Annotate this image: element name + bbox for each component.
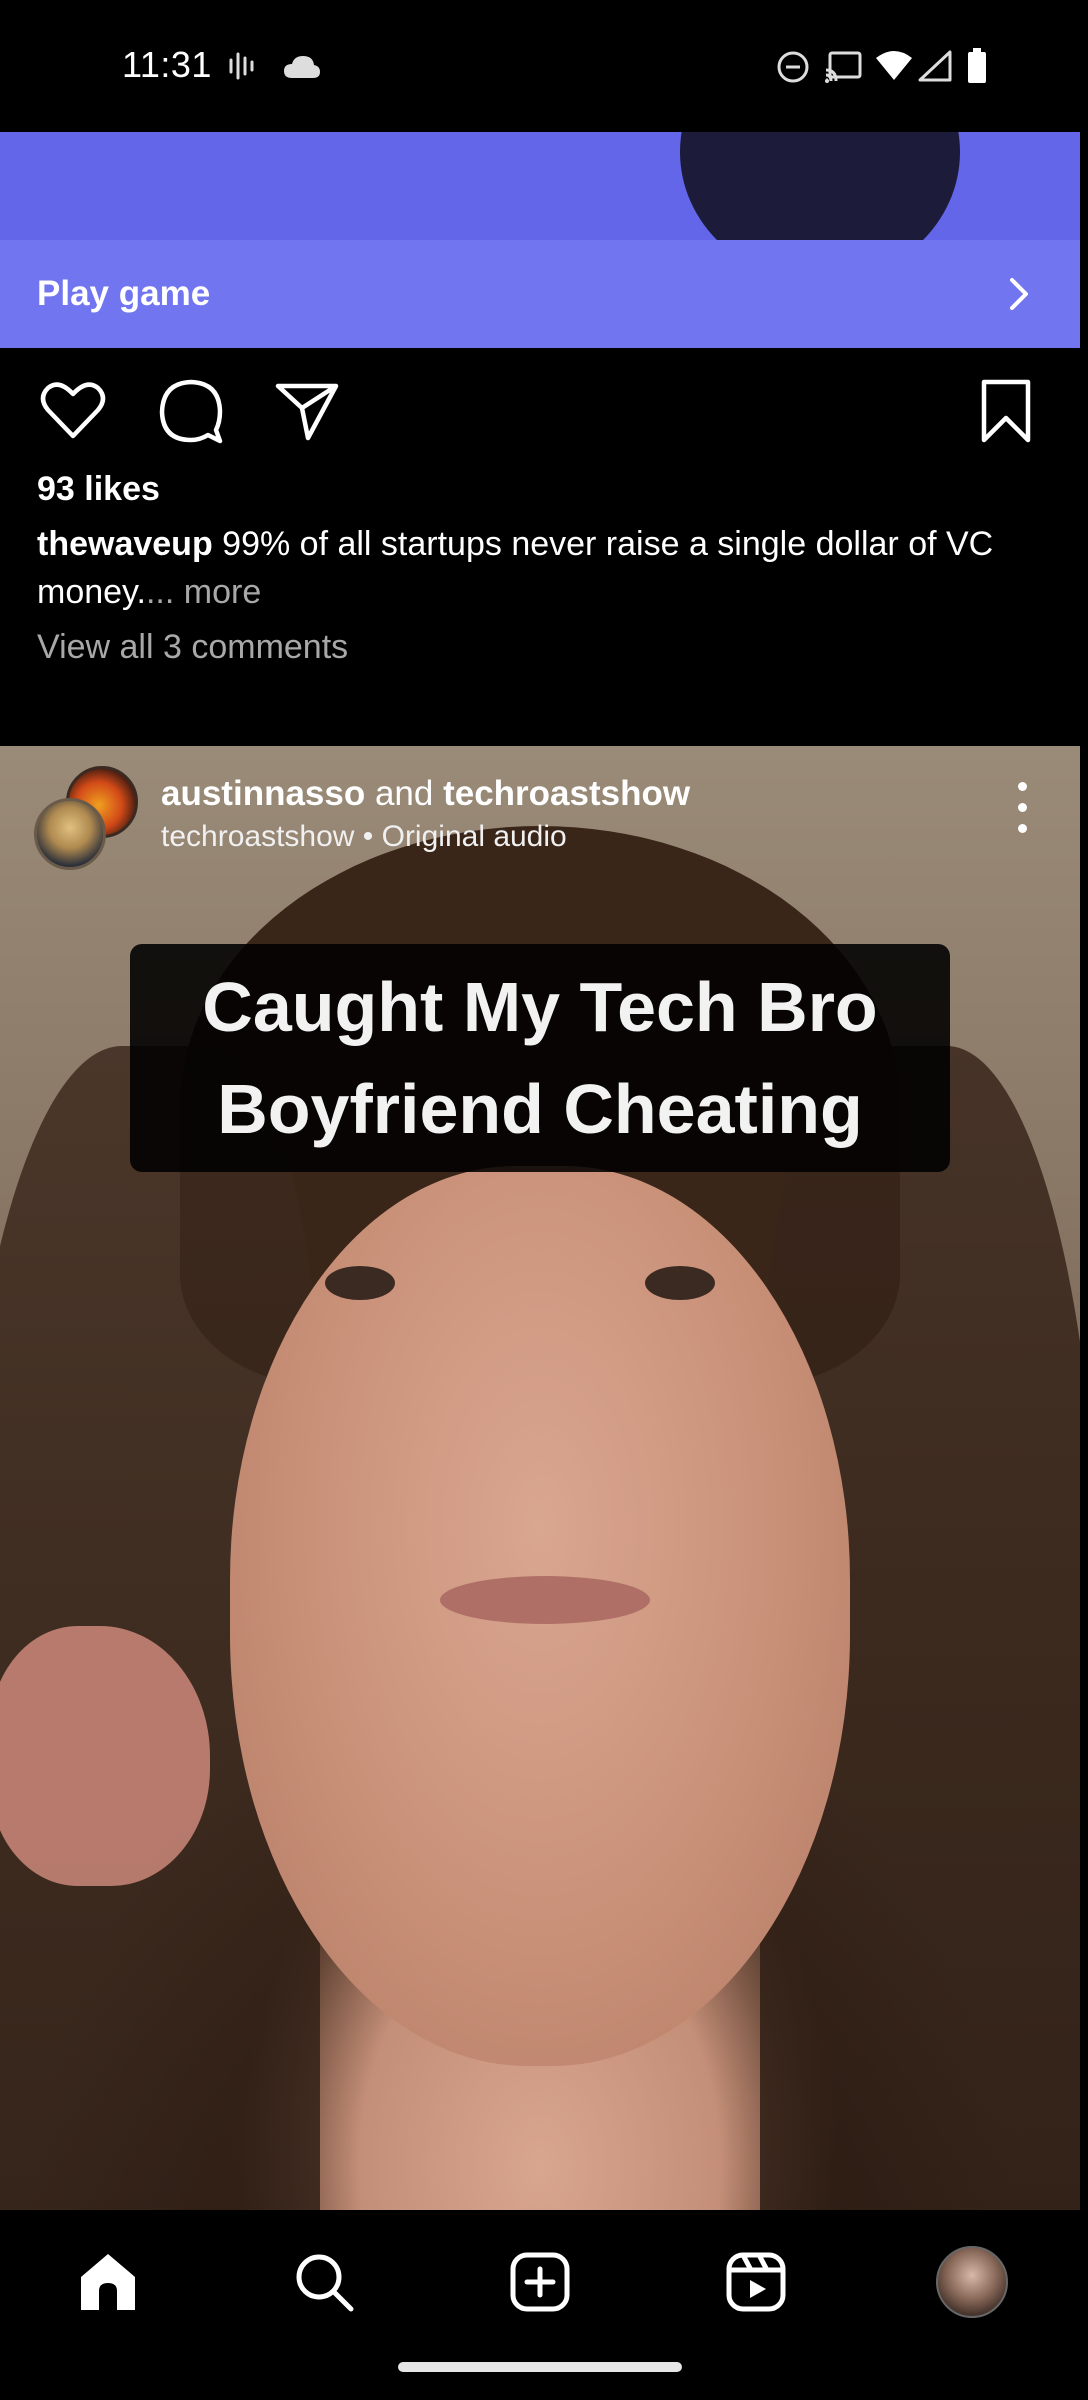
username-2[interactable]: techroastshow [443, 774, 690, 813]
home-indicator-bar[interactable] [398, 2362, 682, 2372]
video-post-media[interactable]: Caught My Tech Bro Boyfriend Cheating [0, 746, 1080, 2210]
create-icon [510, 2252, 570, 2312]
comment-icon[interactable] [158, 378, 224, 444]
video-frame-shape [645, 1266, 715, 1300]
nav-reels[interactable] [716, 2242, 796, 2322]
nav-home[interactable] [68, 2242, 148, 2322]
caption-more-link[interactable]: ... more [146, 573, 261, 611]
bookmark-icon[interactable] [980, 378, 1032, 444]
voicemail-icon [229, 52, 254, 80]
battery-icon [968, 48, 986, 83]
status-bar: 11:31 [0, 0, 1088, 132]
overlay-line-1: Caught My Tech Bro [202, 968, 878, 1046]
caption-username[interactable]: thewaveup [37, 525, 213, 563]
cast-icon [825, 51, 862, 83]
nav-profile[interactable] [932, 2242, 1012, 2322]
search-icon [296, 2254, 354, 2312]
like-heart-icon[interactable] [40, 380, 106, 440]
status-time: 11:31 [122, 44, 212, 85]
avatar[interactable] [34, 798, 106, 870]
username-joiner: and [365, 774, 444, 813]
nav-create[interactable] [500, 2242, 580, 2322]
video-frame-shape [0, 1626, 210, 1886]
more-options-icon[interactable] [1012, 778, 1032, 838]
video-frame-shape [440, 1576, 650, 1624]
overlay-line-2: Boyfriend Cheating [217, 1070, 863, 1148]
cloud-icon [284, 56, 320, 78]
reels-icon [726, 2252, 786, 2312]
game-graphic [680, 132, 960, 240]
wifi-icon [876, 51, 912, 80]
play-game-label: Play game [37, 274, 211, 313]
cellular-signal-icon [918, 50, 952, 82]
username-1[interactable]: austinnasso [161, 774, 365, 813]
video-text-overlay: Caught My Tech Bro Boyfriend Cheating [130, 944, 950, 1172]
chevron-right-icon [1010, 278, 1028, 310]
share-send-icon[interactable] [274, 380, 340, 442]
game-banner-image[interactable] [0, 132, 1080, 240]
original-audio-link[interactable]: techroastshow • Original audio [161, 820, 567, 854]
nav-search[interactable] [284, 2242, 364, 2322]
post-usernames: austinnasso and techroastshow [161, 774, 690, 814]
profile-avatar [936, 2246, 1008, 2318]
home-icon [81, 2254, 135, 2310]
video-post-header: austinnasso and techroastshow techroasts… [0, 746, 1080, 876]
post-caption: thewaveup 99% of all startups never rais… [37, 520, 1047, 616]
do-not-disturb-icon [777, 51, 809, 83]
play-game-button[interactable]: Play game [0, 240, 1080, 348]
likes-count[interactable]: 93 likes [37, 470, 160, 509]
view-all-comments-link[interactable]: View all 3 comments [37, 628, 348, 667]
video-frame-shape [325, 1266, 395, 1300]
